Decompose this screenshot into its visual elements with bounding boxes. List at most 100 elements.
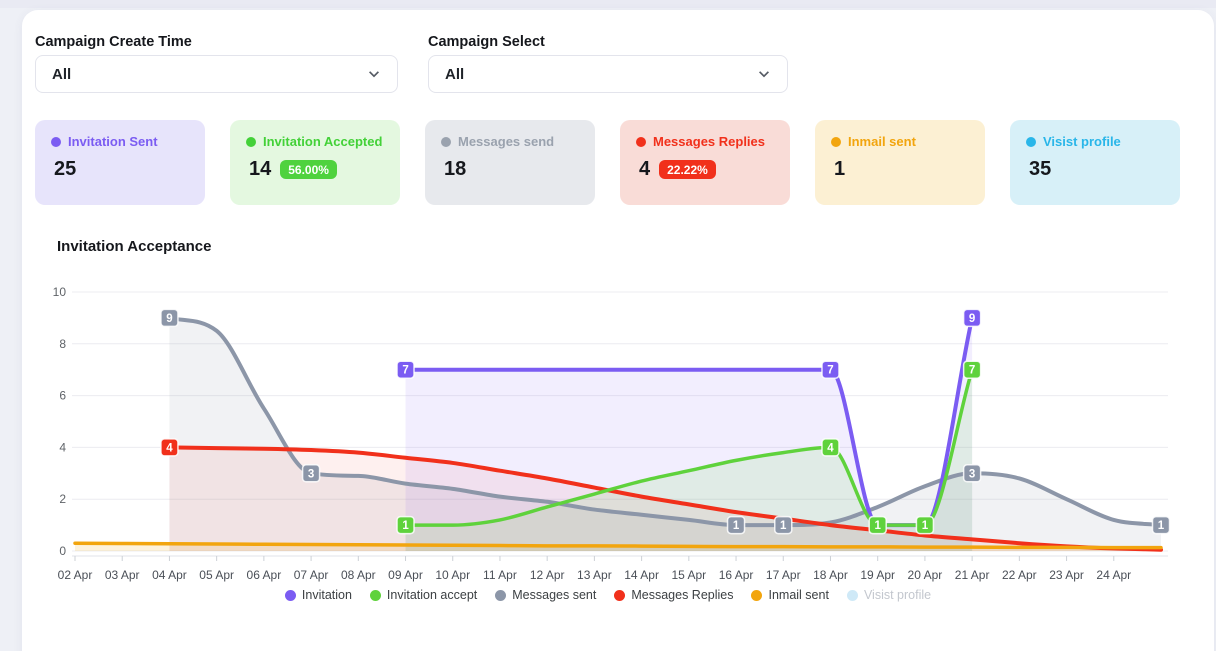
x-axis-tick-label: 17 Apr (766, 568, 801, 582)
legend-label: Messages sent (512, 588, 596, 602)
point-label-text: 1 (402, 520, 409, 532)
y-axis-tick-label: 0 (59, 544, 66, 558)
legend-label: Invitation accept (387, 588, 477, 602)
legend-label: Visist profile (864, 588, 931, 602)
legend-dot-icon (751, 590, 762, 601)
x-axis-tick-label: 24 Apr (1096, 568, 1131, 582)
legend-dot-icon (370, 590, 381, 601)
chart-area-fills (75, 318, 1161, 551)
point-label-text: 7 (402, 365, 408, 377)
x-axis-tick-label: 07 Apr (294, 568, 329, 582)
stat-label: Invitation Accepted (263, 134, 382, 149)
stat-value: 4 (639, 158, 650, 181)
dot-icon (51, 137, 61, 147)
point-label-text: 7 (969, 365, 975, 377)
legend-dot-icon (495, 590, 506, 601)
stat-value: 14 (249, 158, 271, 181)
point-label-text: 1 (780, 520, 787, 532)
campaign-create-time-value: All (52, 66, 71, 83)
dot-icon (636, 137, 646, 147)
x-axis-tick-label: 06 Apr (247, 568, 282, 582)
stat-card-messages-send: Messages send 18 (425, 120, 595, 205)
point-label-text: 9 (166, 313, 172, 325)
x-axis-tick-label: 04 Apr (152, 568, 187, 582)
y-axis-tick-label: 4 (59, 440, 66, 454)
legend-item-invitation-accept[interactable]: Invitation accept (370, 588, 477, 602)
chevron-down-icon (367, 67, 381, 81)
stat-label: Invitation Sent (68, 134, 158, 149)
x-axis-tick-label: 21 Apr (955, 568, 990, 582)
x-axis-tick-label: 15 Apr (671, 568, 706, 582)
point-label-text: 3 (308, 468, 314, 480)
y-axis-tick-label: 6 (59, 389, 66, 403)
campaign-select-value: All (445, 66, 464, 83)
x-axis-tick-label: 16 Apr (719, 568, 754, 582)
dashboard-page: Campaign Create Time All Campaign Select… (0, 0, 1216, 651)
stat-card-invitation-accepted: Invitation Accepted 14 56.00% (230, 120, 400, 205)
legend-item-messages-sent[interactable]: Messages sent (495, 588, 596, 602)
point-label-text: 1 (922, 520, 929, 532)
x-axis-tick-label: 10 Apr (435, 568, 470, 582)
point-label-text: 1 (733, 520, 740, 532)
legend-dot-icon (614, 590, 625, 601)
y-axis-tick-label: 2 (59, 492, 66, 506)
legend-label: Inmail sent (768, 588, 828, 602)
point-label-text: 1 (874, 520, 881, 532)
stat-card-messages-replies: Messages Replies4 22.22% (620, 120, 790, 205)
campaign-create-time-label: Campaign Create Time (35, 34, 192, 50)
dot-icon (441, 137, 451, 147)
dot-icon (1026, 137, 1036, 147)
stat-card-inmail-sent: Inmail sent1 (815, 120, 985, 205)
campaign-select-label: Campaign Select (428, 34, 545, 50)
x-axis-tick-label: 09 Apr (388, 568, 423, 582)
chart-canvas[interactable]: 0 2 4 6 8 10 02 Apr 03 Apr 04 Apr 05 Apr 06 Apr 07 … (0, 258, 1216, 588)
stat-value: 18 (444, 158, 466, 181)
campaign-select-select[interactable]: All (428, 55, 788, 93)
stat-label: Inmail sent (848, 134, 916, 149)
legend-dot-icon (847, 590, 858, 601)
x-axis-tick-label: 20 Apr (908, 568, 943, 582)
x-axis-tick-label: 13 Apr (577, 568, 612, 582)
point-label-text: 1 (1158, 520, 1165, 532)
x-axis-tick-label: 14 Apr (624, 568, 659, 582)
legend-item-invitation[interactable]: Invitation (285, 588, 352, 602)
legend-item-inmail-sent[interactable]: Inmail sent (751, 588, 828, 602)
x-axis-tick-label: 05 Apr (199, 568, 234, 582)
stat-label: Visist profile (1043, 134, 1121, 149)
stat-percentage-badge: 56.00% (280, 160, 337, 179)
x-axis-tick-label: 03 Apr (105, 568, 140, 582)
legend-item-messages-replies[interactable]: Messages Replies (614, 588, 733, 602)
stat-card-invitation-sent: Invitation Sent 25 (35, 120, 205, 205)
dot-icon (831, 137, 841, 147)
legend-label: Messages Replies (631, 588, 733, 602)
dot-icon (246, 137, 256, 147)
x-axis-tick-label: 19 Apr (860, 568, 895, 582)
x-axis-tick-label: 18 Apr (813, 568, 848, 582)
x-axis-tick-label: 02 Apr (58, 568, 93, 582)
x-axis-tick-label: 08 Apr (341, 568, 376, 582)
y-axis-tick-label: 10 (53, 285, 67, 299)
y-axis-tick-label: 8 (59, 337, 66, 351)
point-label-text: 3 (969, 468, 975, 480)
x-axis-tick-label: 22 Apr (1002, 568, 1037, 582)
stat-percentage-badge: 22.22% (659, 160, 716, 179)
chart-legend: Invitation Invitation accept Messages sent… (0, 588, 1216, 602)
point-label-text: 7 (827, 365, 833, 377)
legend-dot-icon (285, 590, 296, 601)
x-axis-tick-label: 12 Apr (530, 568, 565, 582)
point-label-text: 9 (969, 313, 975, 325)
chart-title: Invitation Acceptance (57, 238, 211, 255)
stat-card-visist-profile: Visist profile 35 (1010, 120, 1180, 205)
legend-item-visist-profile[interactable]: Visist profile (847, 588, 931, 602)
top-strip (0, 0, 1216, 8)
stat-value: 35 (1029, 158, 1051, 181)
stat-label: Messages Replies (653, 134, 765, 149)
campaign-create-time-select[interactable]: All (35, 55, 398, 93)
stat-value: 1 (834, 158, 845, 181)
stat-label: Messages send (458, 134, 554, 149)
legend-label: Invitation (302, 588, 352, 602)
stat-value: 25 (54, 158, 76, 181)
point-label-text: 4 (166, 442, 173, 454)
point-label-text: 4 (827, 442, 834, 454)
chevron-down-icon (757, 67, 771, 81)
